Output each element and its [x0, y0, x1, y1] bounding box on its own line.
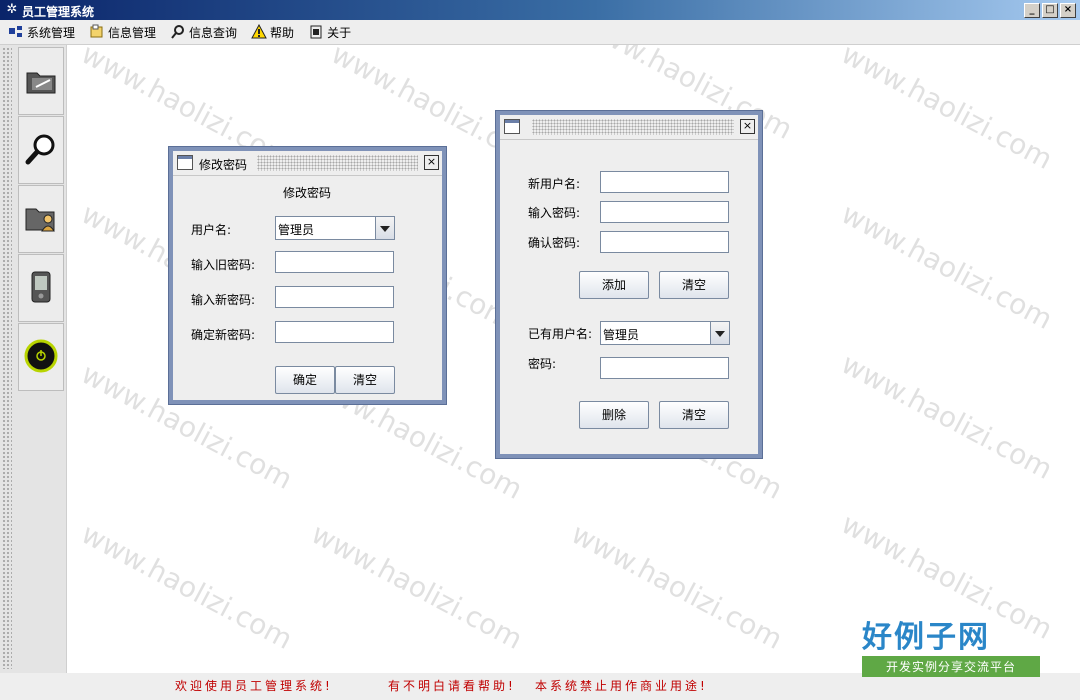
- tool-power-button[interactable]: [18, 323, 64, 391]
- frame-window-icon: [177, 155, 193, 170]
- enter-password-field[interactable]: [600, 201, 729, 223]
- menu-about[interactable]: 关于: [308, 24, 351, 41]
- info-icon: [89, 24, 105, 40]
- search-icon: [170, 24, 186, 40]
- pda-icon: [24, 270, 58, 307]
- system-icon: [8, 24, 24, 40]
- folder-edit-icon: [24, 63, 58, 100]
- watermark-text: www.haolizi.com: [75, 517, 298, 656]
- confirm-password-label: 确定新密码:: [191, 328, 256, 342]
- close-icon[interactable]: ×: [424, 155, 439, 170]
- watermark-text: www.haolizi.com: [835, 347, 1058, 486]
- delete-user-button[interactable]: 删除: [579, 401, 649, 429]
- app-logo-icon: ✲: [6, 2, 18, 17]
- username-combo[interactable]: 管理员: [275, 216, 395, 240]
- clear-button[interactable]: 清空: [659, 401, 729, 429]
- confirm-password-label: 确认密码:: [528, 236, 581, 250]
- close-icon[interactable]: ×: [740, 119, 755, 134]
- clear-button[interactable]: 清空: [335, 366, 395, 394]
- chevron-down-icon[interactable]: [710, 322, 729, 344]
- toolbar-grip[interactable]: [2, 47, 12, 669]
- menu-system[interactable]: 系统管理: [8, 24, 75, 41]
- menu-info-query-label: 信息查询: [189, 25, 238, 40]
- change-password-frame: 修改密码 × 修改密码 用户名: 管理员 输入旧密码: 输入新密码: 确定新密码…: [169, 147, 446, 404]
- confirm-password-field[interactable]: [275, 321, 394, 343]
- minimize-button[interactable]: _: [1024, 3, 1040, 18]
- title-grip: [532, 119, 734, 135]
- new-password-label: 输入新密码:: [191, 293, 256, 307]
- confirm-password-field[interactable]: [600, 231, 729, 253]
- menu-info-manage-label: 信息管理: [108, 25, 157, 40]
- new-user-field[interactable]: [600, 171, 729, 193]
- existing-user-label: 已有用户名:: [528, 327, 593, 341]
- menu-system-label: 系统管理: [27, 25, 76, 40]
- new-user-label: 新用户名:: [528, 177, 581, 191]
- clear-button[interactable]: 清空: [659, 271, 729, 299]
- brand-logo: 好例子网 开发实例分享交流平台: [862, 620, 1042, 677]
- brand-logo-subtitle: 开发实例分享交流平台: [862, 656, 1040, 677]
- existing-user-combo[interactable]: 管理员: [600, 321, 730, 345]
- power-icon: [24, 339, 58, 376]
- menu-info-manage[interactable]: 信息管理: [89, 24, 156, 41]
- existing-user-combo-value: 管理员: [603, 328, 640, 342]
- user-admin-title-bar[interactable]: ×: [500, 115, 758, 140]
- tool-folder-edit-button[interactable]: [18, 47, 64, 115]
- title-grip: [257, 155, 418, 171]
- folder-user-icon: [24, 201, 58, 238]
- about-icon: [308, 24, 324, 40]
- tool-search-button[interactable]: [18, 116, 64, 184]
- status-bar: 欢迎使用员工管理系统! 有不明白请看帮助! 本系统禁止用作商业用途!: [0, 673, 1080, 700]
- menu-about-label: 关于: [327, 25, 352, 40]
- user-admin-frame: × 新用户名: 输入密码: 确认密码: 添加 清空 已有用户名: 管理员 密码:…: [496, 111, 762, 458]
- change-password-panel-title: 修改密码: [283, 186, 332, 200]
- frame-window-icon: [504, 119, 520, 134]
- new-password-field[interactable]: [275, 286, 394, 308]
- enter-password-label: 输入密码:: [528, 206, 581, 220]
- window-controls: _ □ ×: [1024, 3, 1076, 18]
- existing-password-label: 密码:: [528, 357, 557, 371]
- chevron-down-icon[interactable]: [375, 217, 394, 239]
- menu-help-label: 帮助: [270, 25, 295, 40]
- add-user-button[interactable]: 添加: [579, 271, 649, 299]
- maximize-button[interactable]: □: [1042, 3, 1058, 18]
- watermark-text: www.haolizi.com: [565, 517, 788, 656]
- watermark-text: www.haolizi.com: [835, 197, 1058, 336]
- window-title: 员工管理系统: [22, 5, 95, 19]
- magnifier-icon: [24, 132, 58, 169]
- old-password-label: 输入旧密码:: [191, 258, 256, 272]
- tool-strip: [0, 45, 67, 673]
- confirm-button[interactable]: 确定: [275, 366, 335, 394]
- username-label: 用户名:: [191, 223, 232, 237]
- tool-folder-user-button[interactable]: [18, 185, 64, 253]
- brand-logo-main: 好例子网: [862, 620, 990, 655]
- warning-icon: [251, 23, 267, 40]
- menu-help[interactable]: 帮助: [251, 23, 295, 41]
- watermark-text: www.haolizi.com: [305, 517, 528, 656]
- username-combo-value: 管理员: [278, 223, 315, 237]
- existing-password-field[interactable]: [600, 357, 729, 379]
- change-password-title-bar[interactable]: 修改密码 ×: [173, 151, 442, 176]
- old-password-field[interactable]: [275, 251, 394, 273]
- status-message-help: 有不明白请看帮助!: [388, 679, 516, 693]
- change-password-frame-caption: 修改密码: [199, 158, 248, 172]
- menu-bar: 系统管理 信息管理 信息查询 帮助 关于: [0, 20, 1080, 45]
- watermark-text: www.haolizi.com: [835, 37, 1058, 176]
- close-button[interactable]: ×: [1060, 3, 1076, 18]
- status-message-welcome: 欢迎使用员工管理系统!: [175, 679, 333, 693]
- menu-info-query[interactable]: 信息查询: [170, 24, 237, 41]
- tool-pda-button[interactable]: [18, 254, 64, 322]
- window-title-bar[interactable]: ✲ 员工管理系统 _ □ ×: [0, 0, 1080, 20]
- status-message-notice: 本系统禁止用作商业用途!: [535, 679, 708, 693]
